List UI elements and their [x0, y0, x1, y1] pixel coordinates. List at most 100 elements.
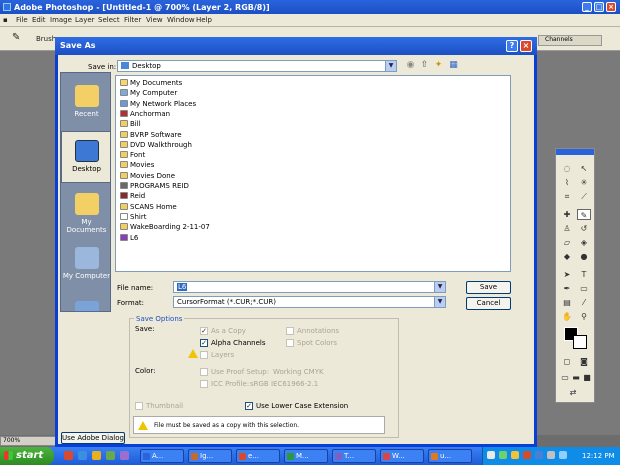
file-item[interactable]: Movies — [120, 161, 154, 171]
eraser-tool-icon[interactable]: ▱ — [560, 237, 574, 248]
file-item[interactable]: Font — [120, 151, 145, 161]
back-icon[interactable]: ◉ — [405, 60, 416, 71]
close-icon[interactable]: × — [606, 2, 616, 12]
paint-bucket-tool-icon[interactable]: ◈ — [577, 237, 591, 248]
spot-colors-checkbox[interactable] — [286, 339, 294, 347]
quick-mask-mode-icon[interactable]: ◙ — [577, 356, 591, 367]
blur-tool-icon[interactable]: ◆ — [560, 251, 574, 262]
history-brush-tool-icon[interactable]: ↺ — [577, 223, 591, 234]
save-button[interactable]: Save — [466, 281, 511, 294]
format-chevron-down-icon[interactable]: ▼ — [434, 297, 445, 307]
taskbar-button[interactable]: A... — [140, 449, 184, 463]
taskbar-button[interactable]: T... — [332, 449, 376, 463]
place-network[interactable] — [61, 293, 110, 311]
layers-checkbox[interactable] — [200, 351, 208, 359]
file-item[interactable]: DVD Walkthrough — [120, 140, 192, 151]
help-icon[interactable]: ? — [506, 40, 518, 52]
marquee-tool-icon[interactable]: ◌ — [560, 163, 574, 174]
icc-profile-checkbox[interactable] — [200, 380, 208, 388]
menu-file[interactable]: File — [16, 16, 28, 24]
save-in-dropdown[interactable]: Desktop ▼ — [117, 60, 397, 72]
file-item[interactable]: BVRP Software — [120, 130, 182, 141]
tray-network-icon[interactable] — [487, 451, 495, 459]
lower-case-extension-checkbox[interactable]: ✓ — [245, 402, 253, 410]
file-name-chevron-down-icon[interactable]: ▼ — [434, 282, 445, 292]
lasso-tool-icon[interactable]: ⌇ — [560, 177, 574, 188]
jump-to-imageready-icon[interactable]: ⇄ — [566, 387, 580, 398]
slice-tool-icon[interactable]: ⟋ — [577, 191, 591, 202]
file-item[interactable]: My Documents — [120, 79, 182, 89]
cancel-button[interactable]: Cancel — [466, 297, 511, 310]
dialog-close-icon[interactable]: × — [520, 40, 532, 52]
quicklaunch-app2-icon[interactable] — [120, 451, 129, 460]
type-tool-icon[interactable]: T — [577, 269, 591, 280]
alpha-channels-checkbox[interactable]: ✓ — [200, 339, 208, 347]
as-a-copy-checkbox[interactable]: ✓ — [200, 327, 208, 335]
file-item[interactable]: L6 — [120, 233, 138, 244]
chevron-down-icon[interactable]: ▼ — [385, 61, 396, 71]
file-item[interactable]: My Network Places — [120, 99, 196, 110]
place-desktop[interactable]: Desktop — [61, 131, 110, 183]
eyedropper-tool-icon[interactable]: ⁄ — [577, 297, 591, 308]
quicklaunch-app-icon[interactable] — [106, 451, 115, 460]
menu-select[interactable]: Select — [98, 16, 120, 24]
place-recent[interactable]: Recent — [61, 77, 110, 129]
brush-tool-palette-icon[interactable]: ✎ — [577, 209, 591, 220]
menu-image[interactable]: Image — [50, 16, 72, 24]
menu-view[interactable]: View — [146, 16, 163, 24]
format-dropdown[interactable]: CursorFormat (*.CUR;*.CUR) ▼ — [173, 296, 446, 308]
tray-display-icon[interactable] — [559, 451, 567, 459]
file-item[interactable]: WakeBoarding 2-11-07 — [120, 223, 210, 233]
tray-messenger-icon[interactable] — [535, 451, 543, 459]
path-selection-tool-icon[interactable]: ➤ — [560, 269, 574, 280]
menu-help[interactable]: Help — [196, 16, 212, 24]
tray-app-icon[interactable] — [547, 451, 555, 459]
magic-wand-tool-icon[interactable]: ✳ — [577, 177, 591, 188]
file-item[interactable]: PROGRAMS REID — [120, 182, 189, 192]
menu-layer[interactable]: Layer — [75, 16, 95, 24]
start-button[interactable]: start — [0, 447, 54, 465]
minimize-icon[interactable]: _ — [582, 2, 592, 12]
notes-tool-icon[interactable]: ▤ — [560, 297, 574, 308]
new-folder-icon[interactable]: ✦ — [433, 60, 444, 71]
tool-palette-header[interactable] — [556, 149, 594, 155]
taskbar-button[interactable]: Ig... — [188, 449, 232, 463]
menu-filter[interactable]: Filter — [124, 16, 141, 24]
menu-window[interactable]: Window — [167, 16, 195, 24]
up-folder-icon[interactable]: ⇧ — [419, 60, 430, 71]
place-my-computer[interactable]: My Computer — [61, 239, 110, 291]
tray-volume-icon[interactable] — [511, 451, 519, 459]
tray-security-icon[interactable] — [499, 451, 507, 459]
quicklaunch-browser-icon[interactable] — [78, 451, 87, 460]
stamp-tool-icon[interactable]: ♙ — [560, 223, 574, 234]
file-item[interactable]: SCANS Home — [120, 202, 177, 213]
file-item[interactable]: My Computer — [120, 89, 177, 99]
channels-tab[interactable]: Channels — [538, 35, 602, 46]
file-item[interactable]: Shirt — [120, 212, 146, 223]
hand-tool-icon[interactable]: ✋ — [560, 311, 574, 322]
file-item[interactable]: Anchorman — [120, 109, 170, 120]
place-my-documents[interactable]: My Documents — [61, 185, 110, 237]
file-item[interactable]: Bill — [120, 120, 141, 130]
use-proof-setup-checkbox[interactable] — [200, 368, 208, 376]
zoom-tool-icon[interactable]: ⚲ — [577, 311, 591, 322]
file-list[interactable]: My Documents My Computer My Network Places… — [115, 75, 511, 272]
quicklaunch-folder-icon[interactable] — [92, 451, 101, 460]
move-tool-icon[interactable]: ↖ — [577, 163, 591, 174]
view-menu-icon[interactable]: ▦ — [448, 60, 459, 71]
pen-tool-icon[interactable]: ✒ — [560, 283, 574, 294]
use-adobe-dialog-button[interactable]: Use Adobe Dialog — [61, 432, 125, 444]
crop-tool-icon[interactable]: ⌗ — [560, 191, 574, 202]
brush-tool-icon[interactable]: ✎ — [12, 32, 20, 43]
tray-antivirus-icon[interactable] — [523, 451, 531, 459]
taskbar-button[interactable]: u... — [428, 449, 472, 463]
taskbar-button[interactable]: e... — [236, 449, 280, 463]
healing-tool-icon[interactable]: ✚ — [560, 209, 574, 220]
maximize-icon[interactable]: □ — [594, 2, 604, 12]
file-name-input[interactable]: L6 ▼ — [173, 281, 446, 293]
taskbar-button[interactable]: M... — [284, 449, 328, 463]
standard-mode-icon[interactable]: ◻ — [560, 356, 574, 367]
file-item[interactable]: Movies Done — [120, 171, 175, 182]
file-item[interactable]: Reid — [120, 192, 145, 202]
shape-tool-icon[interactable]: ▭ — [577, 283, 591, 294]
